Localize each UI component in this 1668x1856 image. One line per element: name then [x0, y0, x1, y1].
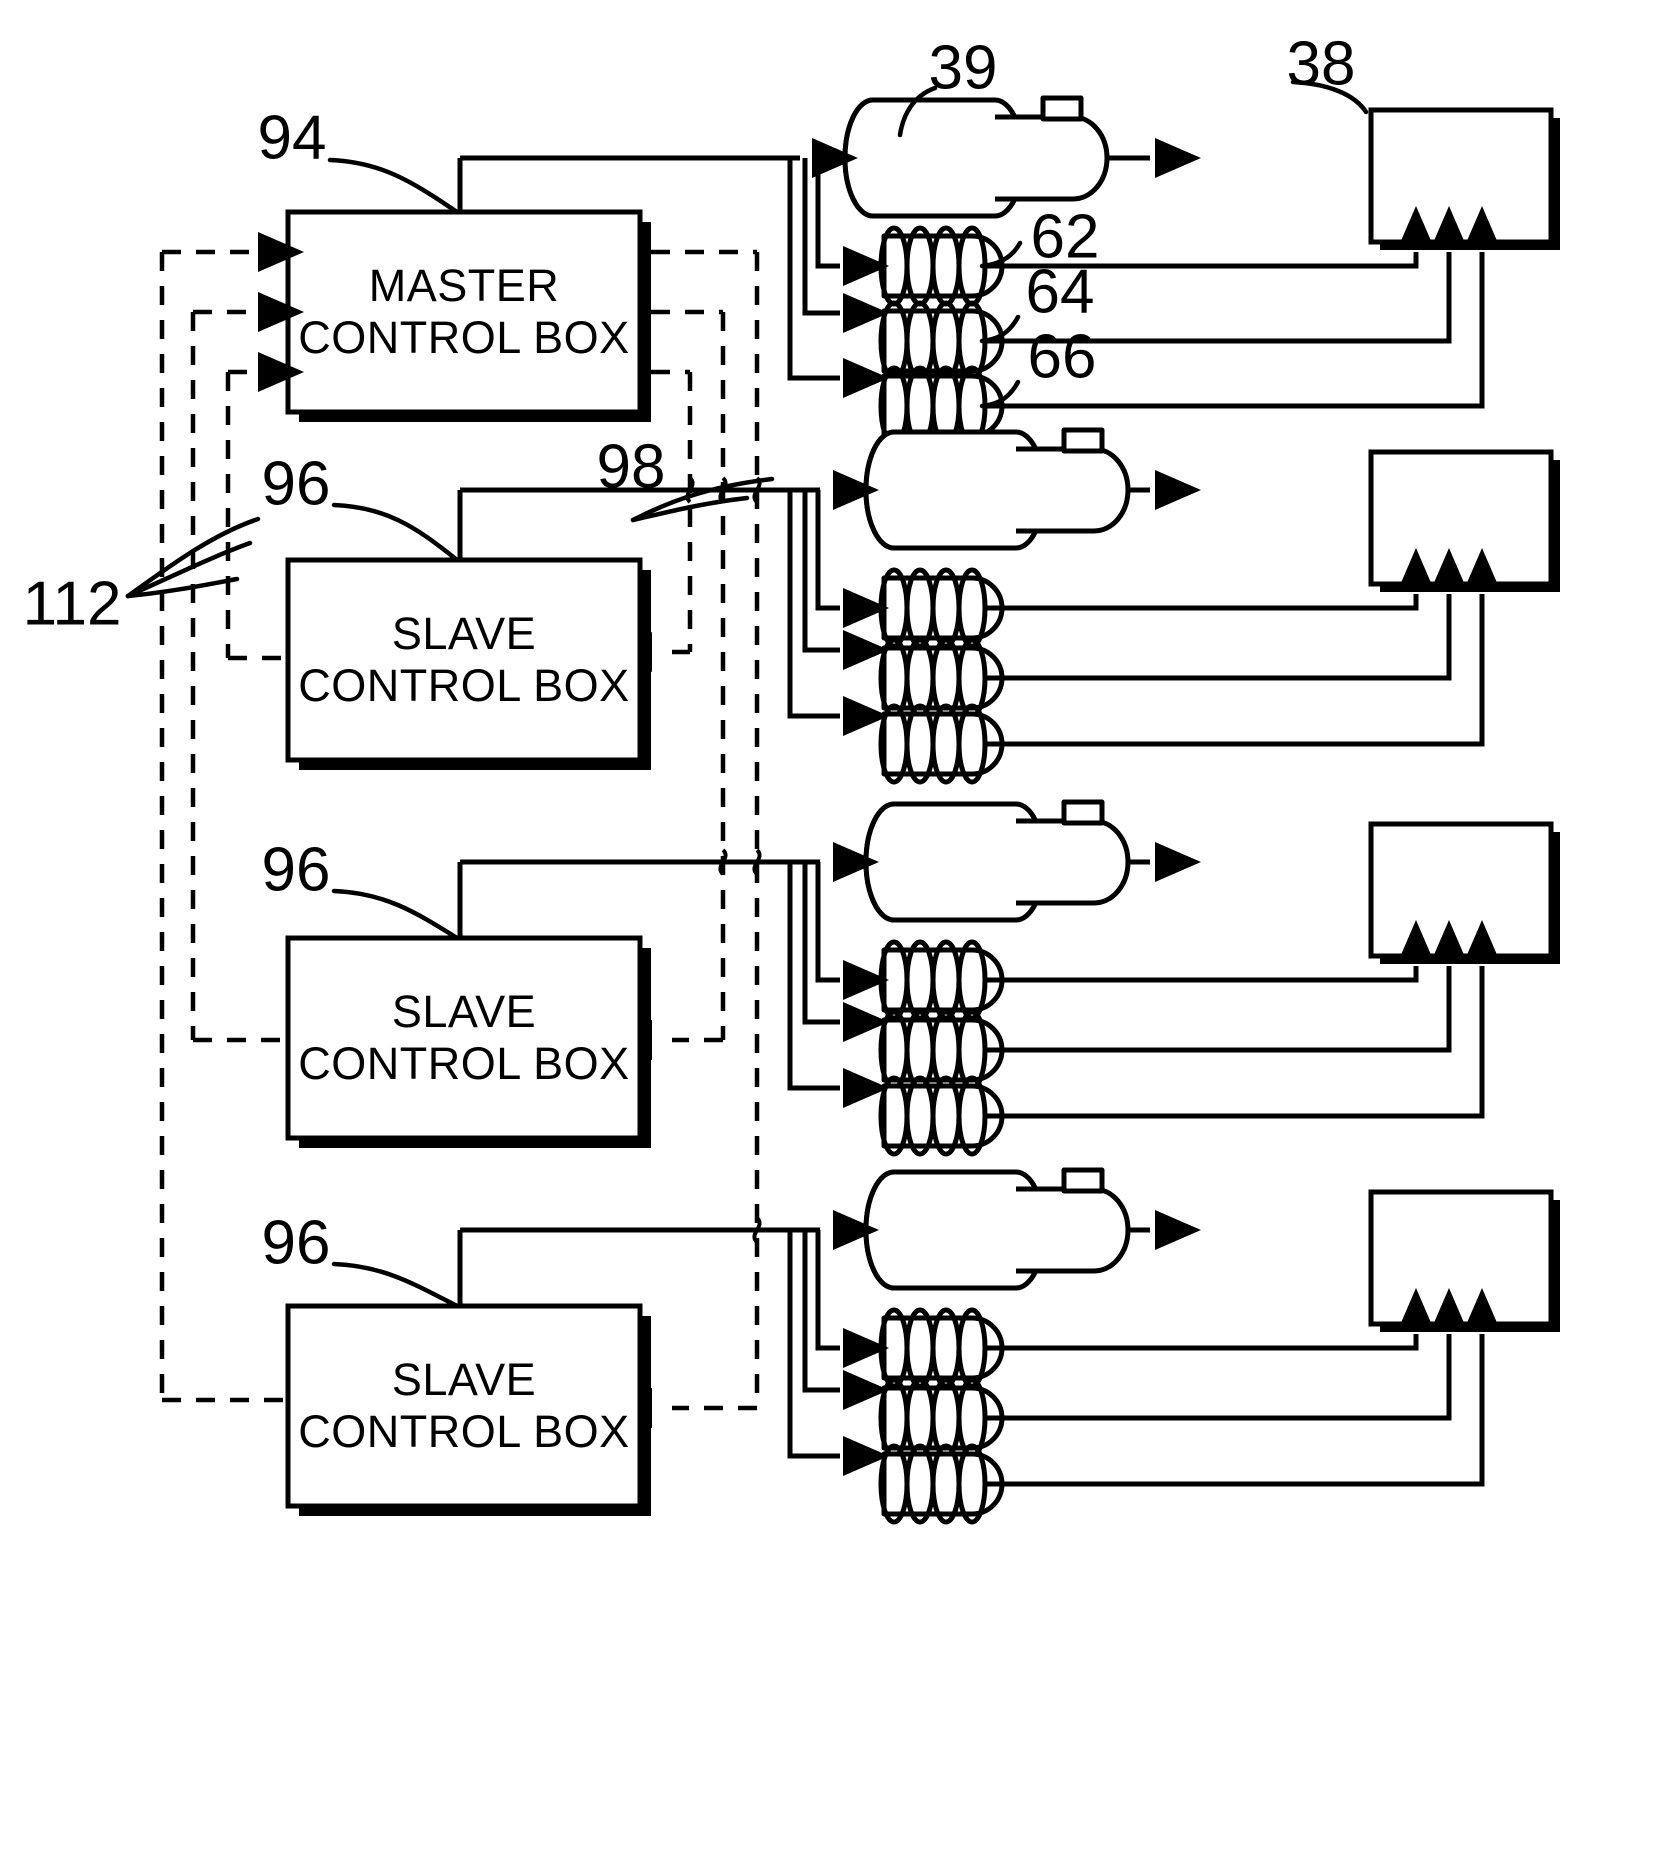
callout-96-1: 96 — [262, 449, 331, 518]
receiver-box-group3 — [1368, 821, 1560, 964]
callout-39: 39 — [929, 33, 998, 102]
master-box-line2: CONTROL BOX — [298, 312, 629, 363]
callout-64: 64 — [1026, 257, 1095, 326]
callout-leader-96-1 — [331, 502, 460, 563]
return-group2-3 — [986, 594, 1485, 747]
block-diagram-canvas: MASTER CONTROL BOX SLAVE CONTROL BOX SLA… — [0, 0, 1668, 1856]
callout-leader-96-2 — [331, 888, 460, 941]
feed-group3-3 — [787, 862, 840, 1091]
pump-group3 — [866, 802, 1128, 920]
callout-38: 38 — [1287, 29, 1356, 98]
slave1-box-line2: CONTROL BOX — [298, 660, 629, 711]
feed-group2-2 — [802, 490, 840, 653]
return-group3-3 — [986, 966, 1485, 1119]
feed-group4-2 — [802, 1230, 840, 1393]
callout-94: 94 — [258, 103, 327, 172]
solenoid-group2-1 — [881, 570, 1002, 646]
solenoid-group4-2 — [881, 1380, 1002, 1456]
slave2-box-line1: SLAVE — [392, 986, 536, 1037]
return-group4-3 — [986, 1334, 1485, 1487]
solenoid-group4-3 — [881, 1446, 1002, 1522]
callout-66: 66 — [1028, 322, 1097, 391]
callout-96-3: 96 — [262, 1208, 331, 1277]
feed-group2-3 — [787, 490, 840, 719]
solenoid-group3-2 — [881, 1012, 1002, 1088]
master-box-line1: MASTER — [369, 260, 560, 311]
arrowhead-icon — [1155, 842, 1201, 882]
return-group3-1 — [986, 966, 1419, 983]
feed-group3-2 — [802, 862, 840, 1025]
figure-root: MASTER CONTROL BOX SLAVE CONTROL BOX SLA… — [0, 0, 1668, 1856]
callout-112: 112 — [23, 569, 122, 638]
arrowhead-icon — [1155, 1210, 1201, 1250]
return-group2-1 — [986, 594, 1419, 611]
feed-line-64 — [802, 158, 840, 316]
slave3-box-line1: SLAVE — [392, 1354, 536, 1405]
feed-group4-3 — [787, 1230, 840, 1459]
slave3-box-line2: CONTROL BOX — [298, 1406, 629, 1457]
receiver-box-group2 — [1368, 449, 1560, 592]
receiver-box-38 — [1368, 107, 1560, 250]
slave1-box-line1: SLAVE — [392, 608, 536, 659]
solenoid-group3-3 — [881, 1078, 1002, 1154]
pump-group4 — [866, 1170, 1128, 1288]
callout-96-2: 96 — [262, 835, 331, 904]
receiver-box-group4 — [1368, 1189, 1560, 1332]
pump-group2 — [866, 430, 1128, 548]
callout-leader-96-3 — [331, 1261, 460, 1309]
solenoid-group3-1 — [881, 942, 1002, 1018]
pump-39 — [845, 98, 1107, 216]
arrowhead-icon — [1155, 470, 1201, 510]
slave2-box-line2: CONTROL BOX — [298, 1038, 629, 1089]
solenoid-group2-3 — [881, 706, 1002, 782]
feed-line-62 — [815, 158, 840, 269]
arrowhead-icon — [1155, 138, 1201, 178]
return-group4-1 — [986, 1334, 1419, 1351]
callout-leader-94 — [327, 157, 460, 215]
solenoid-group4-1 — [881, 1310, 1002, 1386]
callout-98: 98 — [597, 432, 666, 501]
solenoid-group2-2 — [881, 640, 1002, 716]
